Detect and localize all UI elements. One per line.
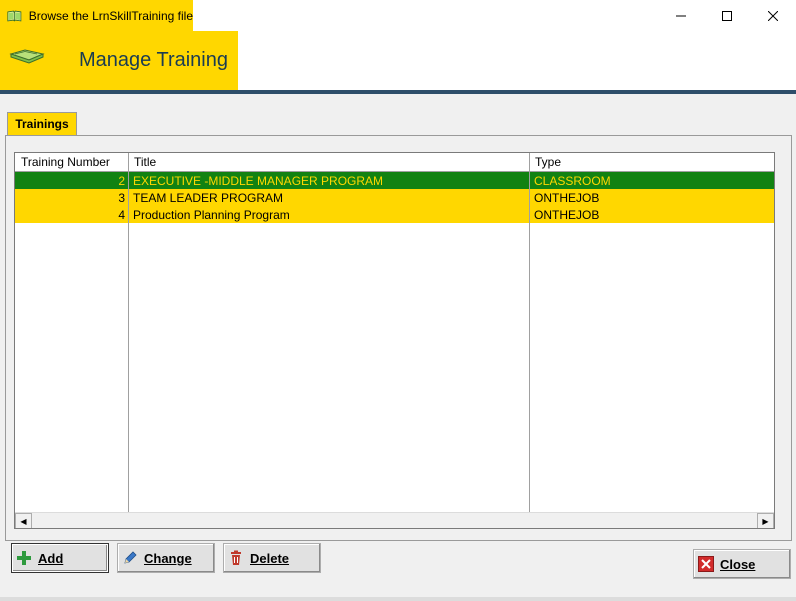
book-icon xyxy=(7,10,22,21)
close-x-icon xyxy=(698,556,714,572)
cell-training-number: 4 xyxy=(118,207,125,222)
page-title: Manage Training xyxy=(79,49,228,71)
column-header-title[interactable]: Title xyxy=(128,153,529,171)
column-divider xyxy=(128,153,129,513)
plus-icon xyxy=(17,551,31,565)
chevron-left-icon: ◀ xyxy=(20,516,27,526)
close-icon xyxy=(768,10,778,21)
header-banner: Manage Training xyxy=(0,31,796,90)
cell-title: EXECUTIVE -MIDDLE MANAGER PROGRAM xyxy=(133,173,384,188)
tab-trainings[interactable]: Trainings xyxy=(7,112,77,135)
change-button[interactable]: Change xyxy=(117,543,215,573)
window-title-chip: Browse the LrnSkillTraining file xyxy=(0,0,193,31)
maximize-icon xyxy=(722,10,732,21)
column-divider xyxy=(529,153,530,513)
window-close-button[interactable] xyxy=(750,0,796,31)
cell-training-number: 3 xyxy=(118,190,125,205)
cell-type: ONTHEJOB xyxy=(534,190,600,205)
trash-icon xyxy=(231,550,241,565)
title-bar[interactable]: Browse the LrnSkillTraining file xyxy=(0,0,796,31)
chevron-right-icon: ▶ xyxy=(762,516,769,526)
banner-divider xyxy=(0,90,796,94)
delete-button[interactable]: Delete xyxy=(223,543,321,573)
change-button-label: Change xyxy=(144,550,192,566)
column-header-training-number[interactable]: Training Number xyxy=(15,153,128,171)
delete-button-label: Delete xyxy=(250,550,290,566)
close-button-label: Close xyxy=(720,556,756,572)
add-button-label: Add xyxy=(38,550,64,566)
cell-type: ONTHEJOB xyxy=(534,207,600,222)
minimize-button[interactable] xyxy=(658,0,704,31)
column-header-type[interactable]: Type xyxy=(529,153,774,171)
cell-training-number: 2 xyxy=(118,173,125,188)
book-icon xyxy=(9,49,45,64)
window-title: Browse the LrnSkillTraining file xyxy=(28,8,193,23)
pencil-icon xyxy=(124,551,137,564)
scroll-left-button[interactable]: ◀ xyxy=(15,513,32,528)
add-button[interactable]: Add xyxy=(11,543,109,573)
horizontal-scrollbar[interactable]: ◀ ▶ xyxy=(15,512,774,528)
banner-accent: Manage Training xyxy=(0,31,238,90)
close-button[interactable]: Close xyxy=(693,549,791,579)
cell-type: CLASSROOM xyxy=(534,173,611,188)
maximize-button[interactable] xyxy=(704,0,750,31)
minimize-icon xyxy=(676,15,686,16)
scroll-right-button[interactable]: ▶ xyxy=(757,513,774,528)
trainings-grid[interactable]: Training Number Title Type 2 EXECUTIVE -… xyxy=(14,152,775,529)
cell-title: TEAM LEADER PROGRAM xyxy=(133,190,284,205)
status-strip xyxy=(0,597,796,601)
cell-title: Production Planning Program xyxy=(133,207,290,222)
